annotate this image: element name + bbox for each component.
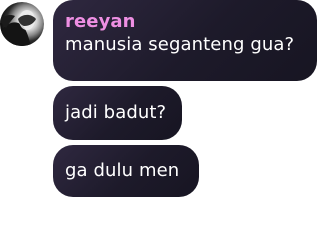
avatar[interactable] bbox=[0, 2, 44, 46]
message-bubble-3[interactable]: ga dulu men bbox=[53, 145, 199, 197]
message-text-1: manusia seganteng gua? bbox=[65, 34, 295, 55]
message-text-3: ga dulu men bbox=[65, 160, 180, 181]
message-bubble-1[interactable]: reeyan manusia seganteng gua? bbox=[53, 0, 317, 81]
message-bubble-2[interactable]: jadi badut? bbox=[53, 86, 182, 140]
message-text-2: jadi badut? bbox=[65, 102, 167, 123]
username[interactable]: reeyan bbox=[65, 11, 305, 33]
